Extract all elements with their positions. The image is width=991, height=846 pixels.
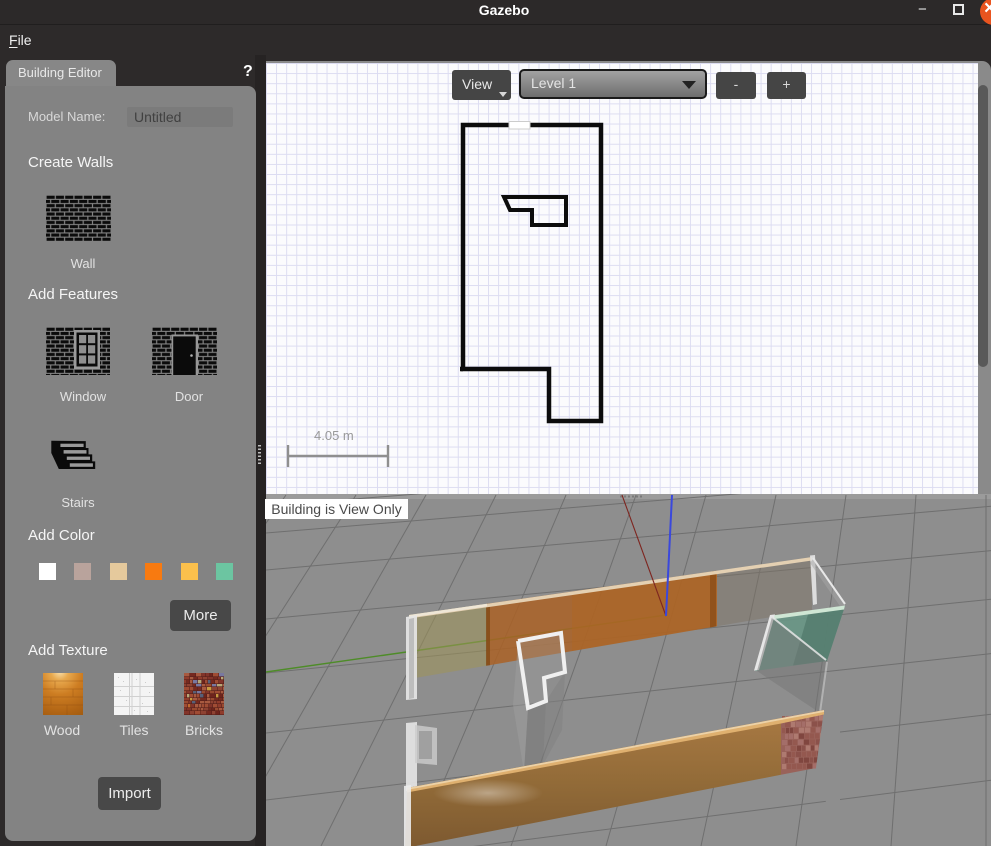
svg-text:4.05 m: 4.05 m	[314, 428, 354, 443]
